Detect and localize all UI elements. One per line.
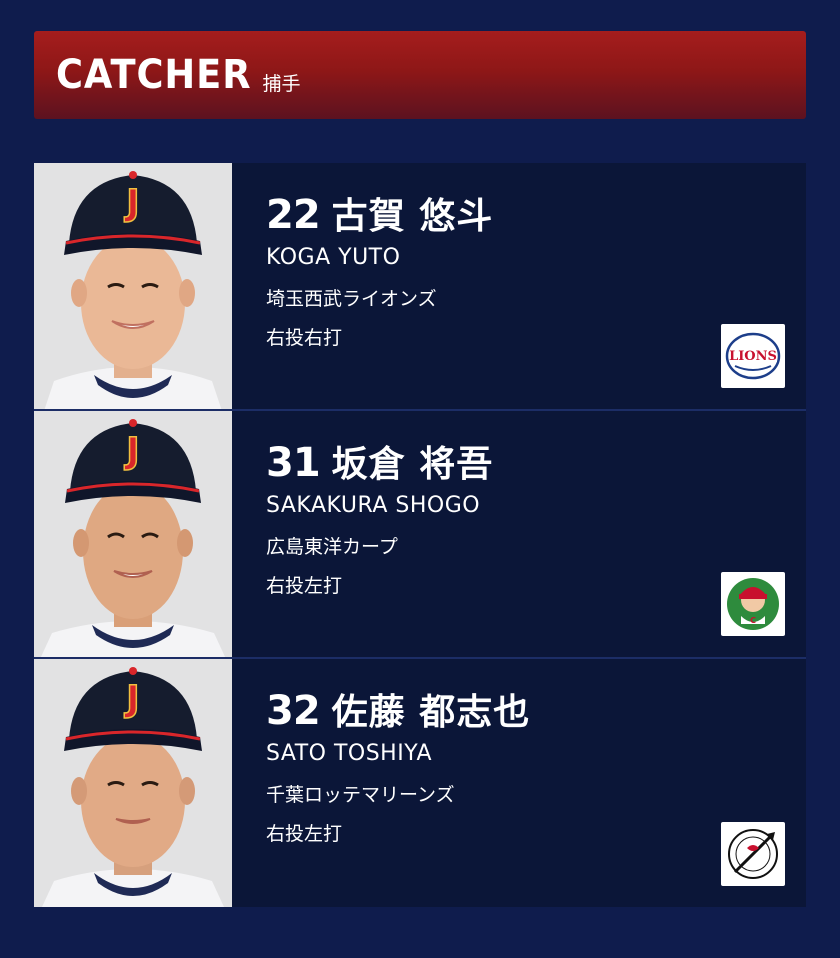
player-photo: J [34, 411, 232, 657]
player-number: 32 [266, 688, 321, 734]
player-list: J 22 古賀 悠斗 KOGA YUTO 埼玉西武ライオンズ 右投右打 LION… [34, 163, 806, 907]
lions-logo-icon: LIONS [721, 324, 785, 388]
position-header: CATCHER 捕手 [34, 31, 806, 119]
svg-text:C: C [750, 616, 756, 625]
marines-logo-icon [721, 822, 785, 886]
carp-logo-icon: C [721, 572, 785, 636]
player-card[interactable]: J 31 坂倉 将吾 SAKAKURA SHOGO 広島東洋カープ 右投左打 C [34, 411, 806, 659]
player-photo: J [34, 659, 232, 907]
svg-text:J: J [123, 183, 139, 224]
player-name-line: 31 坂倉 将吾 [266, 435, 806, 487]
player-info: 22 古賀 悠斗 KOGA YUTO 埼玉西武ライオンズ 右投右打 LIONS [232, 163, 806, 409]
player-name-en: SAKAKURA SHOGO [266, 493, 481, 518]
player-name-jp: 佐藤 都志也 [331, 692, 531, 733]
player-number: 22 [266, 192, 321, 238]
svg-text:LIONS: LIONS [729, 349, 777, 364]
player-team: 広島東洋カープ [266, 536, 398, 558]
player-info: 31 坂倉 将吾 SAKAKURA SHOGO 広島東洋カープ 右投左打 C [232, 411, 806, 657]
position-subtitle: 捕手 [262, 72, 301, 95]
player-name-en: SATO TOSHIYA [266, 741, 432, 766]
player-name-line: 22 古賀 悠斗 [266, 187, 806, 239]
player-name-jp: 古賀 悠斗 [331, 196, 494, 237]
svg-text:J: J [123, 431, 139, 472]
position-title: CATCHER [56, 52, 252, 98]
player-name-jp: 坂倉 将吾 [331, 444, 494, 485]
player-photo: J [34, 163, 232, 409]
player-name-line: 32 佐藤 都志也 [266, 683, 806, 735]
svg-text:J: J [123, 679, 139, 720]
player-name-en: KOGA YUTO [266, 245, 401, 270]
player-card[interactable]: J 22 古賀 悠斗 KOGA YUTO 埼玉西武ライオンズ 右投右打 LION… [34, 163, 806, 411]
player-info: 32 佐藤 都志也 SATO TOSHIYA 千葉ロッテマリーンズ 右投左打 [232, 659, 806, 907]
player-card[interactable]: J 32 佐藤 都志也 SATO TOSHIYA 千葉ロッテマリーンズ 右投左打 [34, 659, 806, 907]
player-number: 31 [266, 440, 321, 486]
player-team: 千葉ロッテマリーンズ [266, 784, 455, 806]
player-team: 埼玉西武ライオンズ [266, 288, 437, 310]
